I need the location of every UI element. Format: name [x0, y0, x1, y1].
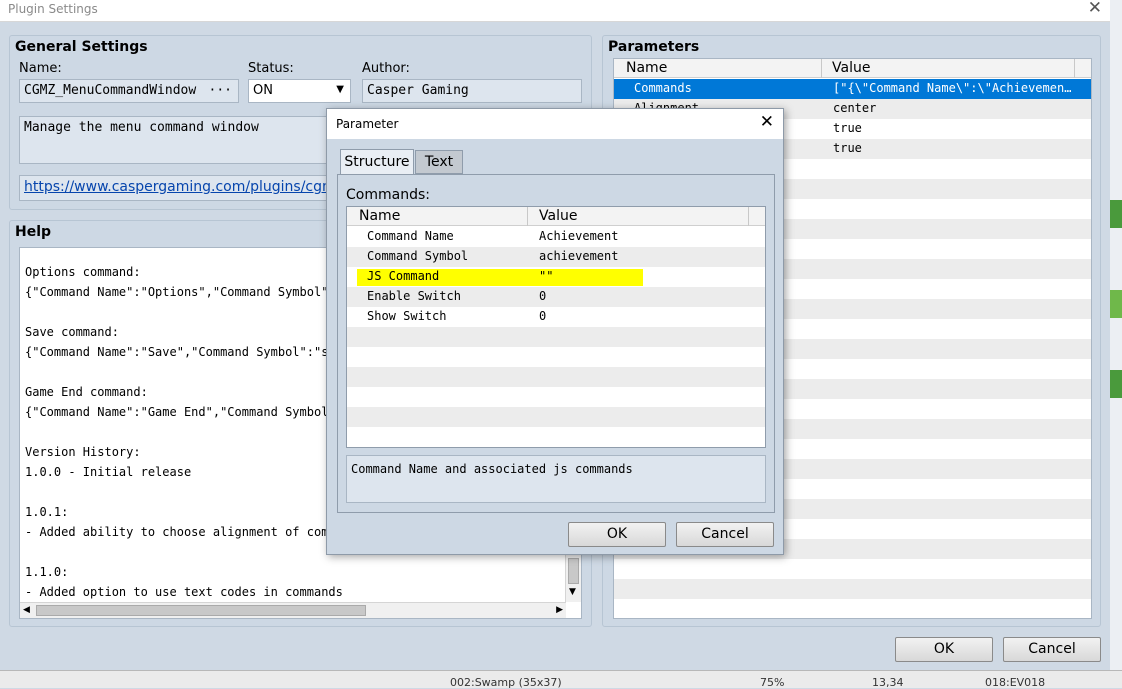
- window-title: Plugin Settings: [8, 2, 98, 16]
- status-select[interactable]: ON ▼: [248, 79, 351, 103]
- author-label: Author:: [362, 61, 410, 76]
- window-titlebar: Plugin Settings ✕: [0, 0, 1110, 22]
- column-divider: [1074, 59, 1075, 78]
- parameter-row[interactable]: Commands ["{\"Command Name\":\"Achievemen…: [614, 79, 1091, 99]
- parameter-value: ["{\"Command Name\":\"Achievemen…: [833, 81, 1072, 95]
- dialog-title: Parameter: [336, 117, 399, 131]
- struct-field-name: Command Name: [367, 229, 454, 243]
- tab-structure[interactable]: Structure: [340, 149, 414, 175]
- scroll-down-icon[interactable]: ▼: [569, 587, 576, 597]
- struct-field-value: "": [539, 269, 554, 283]
- column-value: Value: [539, 208, 578, 224]
- struct-field-name: Show Switch: [367, 309, 447, 323]
- column-divider: [748, 207, 749, 226]
- ok-button[interactable]: OK: [895, 637, 993, 662]
- help-line: - Added option to use text codes in comm…: [25, 585, 343, 599]
- parameter-value: true: [833, 141, 862, 155]
- struct-field-name: Command Symbol: [367, 249, 469, 263]
- struct-row[interactable]: [347, 427, 765, 447]
- struct-row[interactable]: JS Command "": [347, 267, 765, 287]
- struct-row[interactable]: [347, 387, 765, 407]
- status-value: ON: [253, 83, 273, 98]
- struct-row[interactable]: Show Switch 0: [347, 307, 765, 327]
- struct-field-value: achievement: [539, 249, 619, 263]
- parameter-name: Commands: [634, 81, 692, 95]
- status-coords: 13,34: [872, 676, 904, 689]
- scroll-right-icon[interactable]: ▶: [556, 605, 563, 615]
- dialog-cancel-button[interactable]: Cancel: [676, 522, 774, 547]
- status-label: Status:: [248, 61, 294, 76]
- general-settings-title: General Settings: [15, 39, 148, 55]
- parameters-header: Name Value: [614, 59, 1091, 78]
- column-name: Name: [626, 60, 668, 76]
- help-horizontal-scrollbar[interactable]: ◀ ▶: [20, 602, 566, 618]
- help-title: Help: [15, 224, 52, 240]
- background-map-strip: [1110, 0, 1122, 688]
- struct-field-value: 0: [539, 309, 547, 323]
- dialog-description-text: Command Name and associated js commands: [351, 462, 633, 476]
- column-value: Value: [832, 60, 871, 76]
- map-tile: [1110, 200, 1122, 228]
- struct-row[interactable]: [347, 327, 765, 347]
- parameter-value: true: [833, 121, 862, 135]
- name-label: Name:: [19, 61, 62, 76]
- struct-table[interactable]: Name Value Command Name Achievement Comman…: [346, 206, 766, 448]
- scroll-left-icon[interactable]: ◀: [23, 605, 30, 615]
- status-zoom: 75%: [760, 676, 785, 689]
- struct-row[interactable]: [347, 407, 765, 427]
- struct-row[interactable]: [347, 347, 765, 367]
- parameter-row[interactable]: [614, 579, 1091, 599]
- close-icon[interactable]: ✕: [1088, 0, 1102, 18]
- author-value: Casper Gaming: [367, 83, 469, 98]
- parameter-dialog: Parameter ✕ Structure Text Commands: Nam…: [326, 108, 784, 555]
- struct-row[interactable]: Enable Switch 0: [347, 287, 765, 307]
- dialog-ok-button[interactable]: OK: [568, 522, 666, 547]
- struct-field-name: JS Command: [367, 269, 440, 283]
- dialog-description: Command Name and associated js commands: [346, 455, 766, 503]
- chevron-down-icon: ▼: [336, 84, 344, 95]
- status-event: 018:EV018: [985, 676, 1046, 689]
- dialog-titlebar: Parameter ✕: [327, 109, 783, 139]
- author-field[interactable]: Casper Gaming: [362, 79, 582, 103]
- struct-row[interactable]: [347, 367, 765, 387]
- parameter-row[interactable]: [614, 559, 1091, 579]
- parameter-row[interactable]: [614, 599, 1091, 618]
- close-icon[interactable]: ✕: [760, 112, 774, 132]
- struct-field-value: Achievement: [539, 229, 619, 243]
- parameter-value: center: [833, 101, 877, 115]
- status-bar: 002:Swamp (35x37) 75% 13,34 018:EV018: [0, 670, 1122, 689]
- browse-button[interactable]: ···: [209, 83, 232, 98]
- column-divider: [821, 59, 822, 78]
- scroll-thumb[interactable]: [36, 605, 366, 616]
- cancel-button[interactable]: Cancel: [1003, 637, 1101, 662]
- parameters-title: Parameters: [608, 39, 700, 55]
- struct-row[interactable]: Command Name Achievement: [347, 227, 765, 247]
- tab-panel: Commands: Name Value Command Name Achieve…: [337, 174, 775, 513]
- column-name: Name: [359, 208, 401, 224]
- status-map: 002:Swamp (35x37): [450, 676, 562, 689]
- help-line: 1.1.0:: [25, 565, 69, 579]
- tab-text[interactable]: Text: [415, 150, 463, 174]
- struct-rows: Command Name Achievement Command Symbol ach…: [347, 227, 765, 447]
- struct-row[interactable]: Command Symbol achievement: [347, 247, 765, 267]
- plugin-url-link[interactable]: https://www.caspergaming.com/plugins/cgm…: [24, 179, 348, 195]
- struct-field-value: 0: [539, 289, 547, 303]
- column-divider: [527, 207, 528, 226]
- commands-label: Commands:: [346, 187, 430, 203]
- struct-header: Name Value: [347, 207, 765, 226]
- struct-field-name: Enable Switch: [367, 289, 461, 303]
- map-tile: [1110, 370, 1122, 398]
- plugin-name-field[interactable]: CGMZ_MenuCommandWindow ···: [19, 79, 239, 103]
- scroll-thumb[interactable]: [568, 558, 579, 584]
- description-text: Manage the menu command window: [24, 120, 259, 135]
- map-tile: [1110, 290, 1122, 318]
- plugin-name-value: CGMZ_MenuCommandWindow: [24, 83, 197, 98]
